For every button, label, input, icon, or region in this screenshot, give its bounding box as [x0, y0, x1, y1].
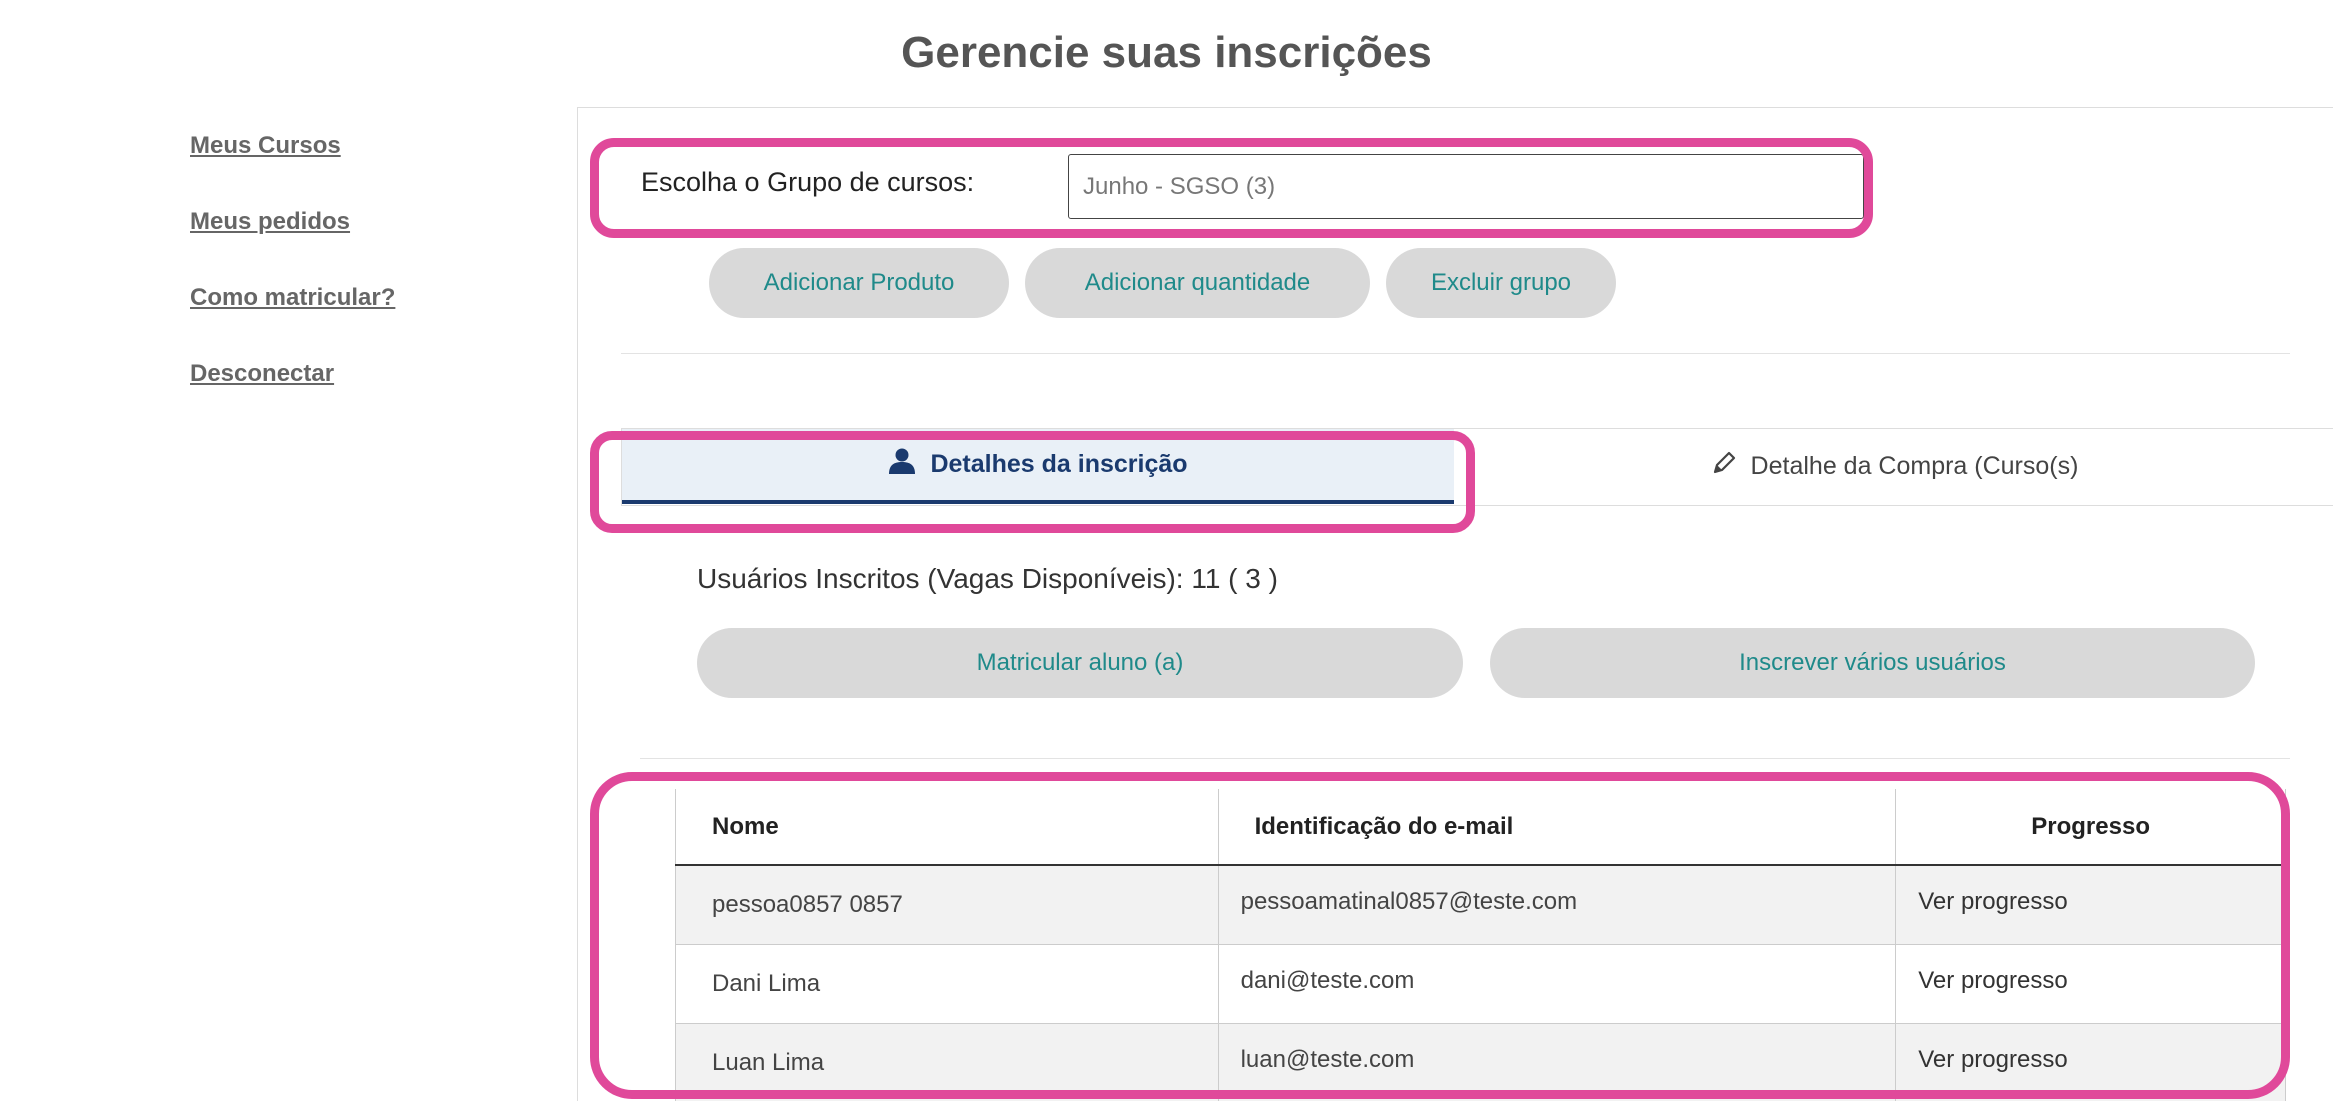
- add-product-button[interactable]: Adicionar Produto: [709, 248, 1009, 318]
- cell-email: pessoamatinal0857@teste.com: [1217, 864, 1897, 945]
- tab-enrollment-details[interactable]: Detalhes da inscrição: [622, 429, 1454, 504]
- column-header-email: Identificação do e-mail: [1217, 789, 1897, 866]
- enrolled-users-count: 11 ( 3 ): [1191, 563, 1278, 594]
- group-select-label: Escolha o Grupo de cursos:: [641, 167, 975, 197]
- sidebar-item-desconectar[interactable]: Desconectar: [190, 360, 395, 388]
- sidebar-item-como-matricular[interactable]: Como matricular?: [190, 284, 395, 312]
- tab-label: Detalhes da inscrição: [930, 450, 1188, 478]
- user-icon: [888, 448, 916, 481]
- enroll-many-users-button[interactable]: Inscrever vários usuários: [1490, 628, 2255, 698]
- enrolled-users-label: Usuários Inscritos (Vagas Disponíveis):: [697, 563, 1184, 594]
- table-row: pessoa0857 0857 pessoamatinal0857@teste.…: [675, 864, 2286, 945]
- users-table: Nome Identificação do e-mail Progresso p…: [675, 789, 2286, 1101]
- cell-email: dani@teste.com: [1217, 943, 1897, 1024]
- cell-name: pessoa0857 0857: [675, 864, 1219, 945]
- view-progress-link[interactable]: Ver progresso: [1895, 1022, 2286, 1101]
- table-row: Dani Lima dani@teste.com Ver progresso: [675, 943, 2286, 1024]
- cell-email: luan@teste.com: [1217, 1022, 1897, 1101]
- sidebar-item-meus-pedidos[interactable]: Meus pedidos: [190, 208, 395, 236]
- sidebar-item-meus-cursos[interactable]: Meus Cursos: [190, 132, 395, 160]
- cell-name: Luan Lima: [675, 1022, 1219, 1101]
- column-header-progress: Progresso: [1895, 789, 2286, 866]
- cell-name: Dani Lima: [675, 943, 1219, 1024]
- enroll-student-button[interactable]: Matricular aluno (a): [697, 628, 1463, 698]
- page-title: Gerencie suas inscrições: [901, 28, 1432, 77]
- delete-group-button[interactable]: Excluir grupo: [1386, 248, 1616, 318]
- view-progress-link[interactable]: Ver progresso: [1895, 864, 2286, 945]
- tab-purchase-details[interactable]: Detalhe da Compra (Curso(s): [1456, 429, 2333, 504]
- view-progress-link[interactable]: Ver progresso: [1895, 943, 2286, 1024]
- sidebar: Meus Cursos Meus pedidos Como matricular…: [190, 132, 395, 436]
- tab-label: Detalhe da Compra (Curso(s): [1750, 452, 2079, 480]
- pencil-icon: [1711, 450, 1737, 483]
- divider: [640, 758, 2290, 759]
- add-quantity-button[interactable]: Adicionar quantidade: [1025, 248, 1370, 318]
- table-header-row: Nome Identificação do e-mail Progresso: [675, 789, 2286, 866]
- table-row: Luan Lima luan@teste.com Ver progresso: [675, 1022, 2286, 1101]
- divider: [621, 353, 2290, 354]
- column-header-name: Nome: [675, 789, 1219, 866]
- enrolled-users-summary: Usuários Inscritos (Vagas Disponíveis): …: [697, 563, 1278, 595]
- group-select[interactable]: Junho - SGSO (3): [1068, 154, 1864, 219]
